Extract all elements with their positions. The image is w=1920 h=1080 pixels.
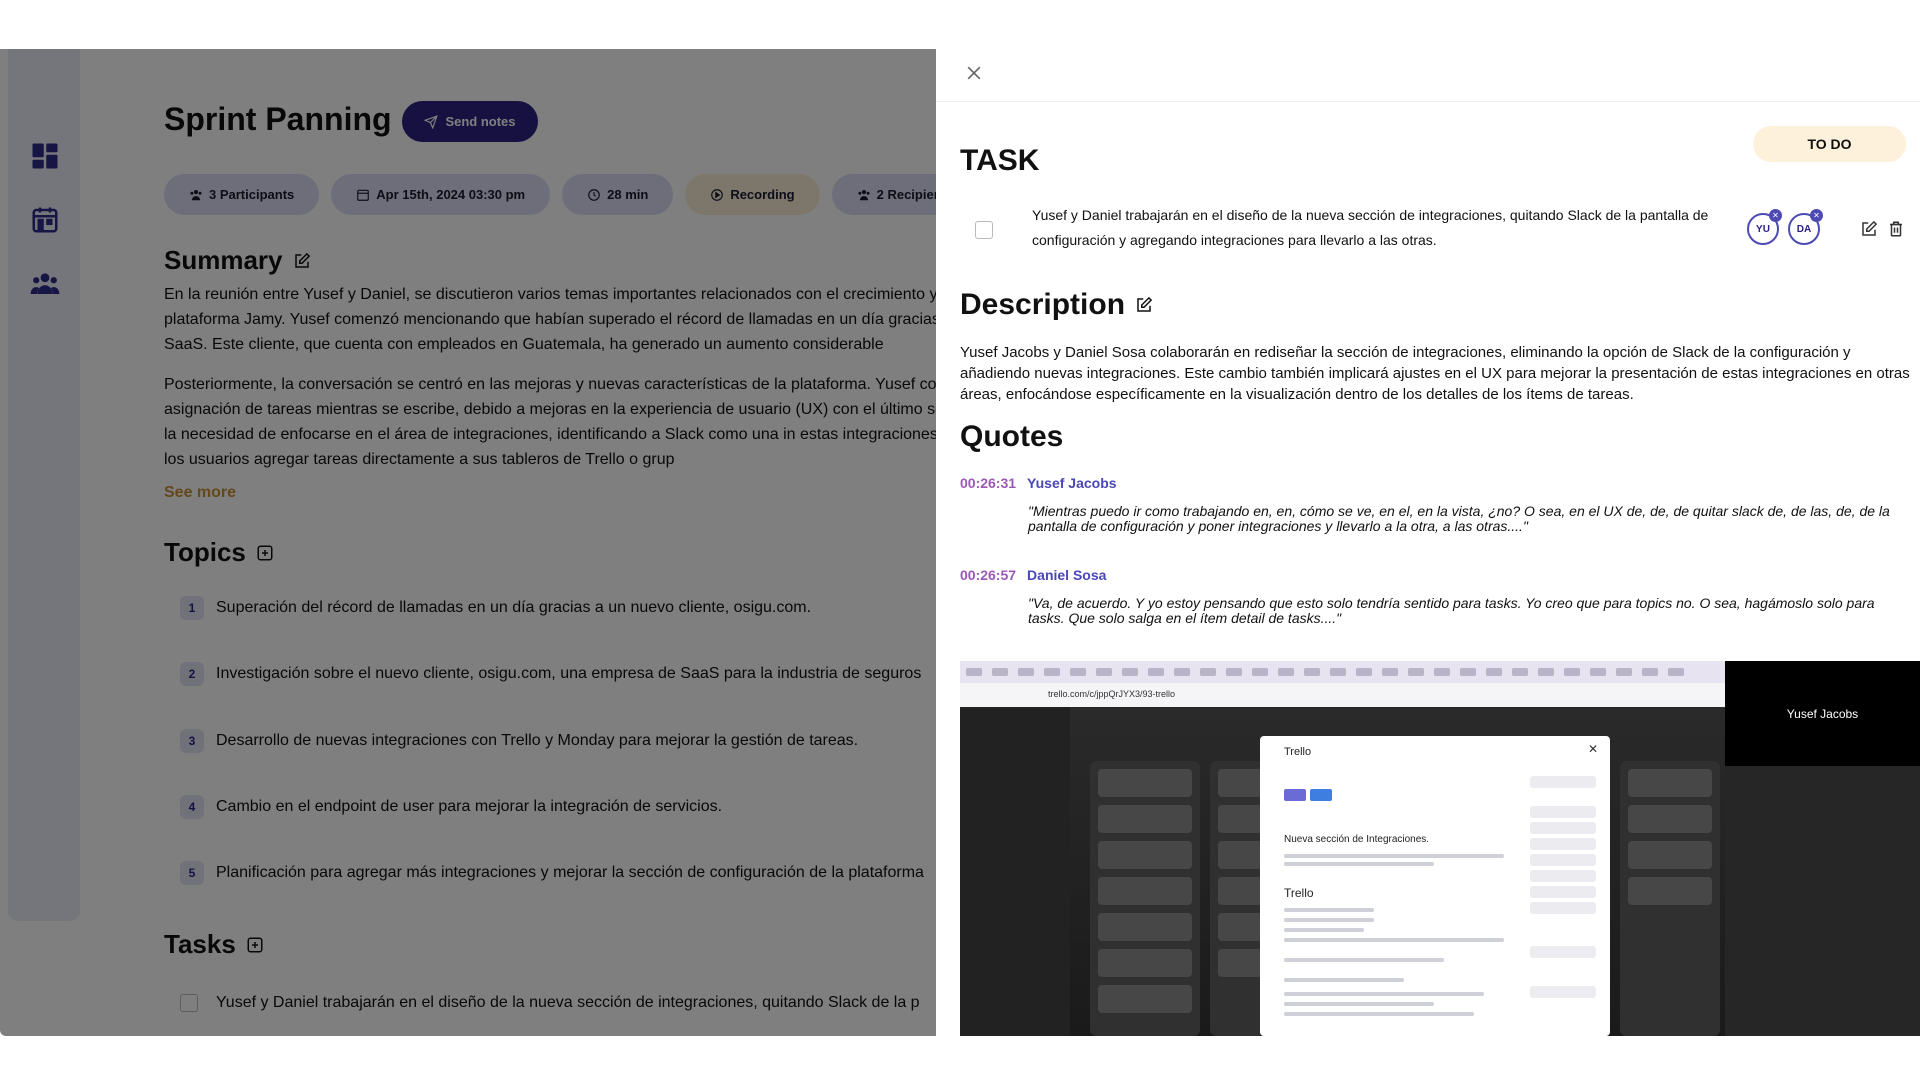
text-line	[1284, 1012, 1474, 1016]
modal-heading: Trello	[1284, 886, 1314, 900]
task-detail-drawer: TO DO TASK Yusef y Daniel trabajarán en …	[936, 49, 1920, 1036]
avatar[interactable]: YU ✕	[1747, 209, 1782, 245]
task-heading: TASK	[960, 144, 1040, 177]
close-icon: ✕	[1587, 742, 1598, 756]
text-line	[1284, 958, 1444, 962]
side-button	[1530, 902, 1596, 914]
text-line	[1284, 978, 1404, 982]
quote-text: "Va, de acuerdo. Y yo estoy pensando que…	[1028, 595, 1875, 626]
quote-speaker: Yusef Jacobs	[1027, 475, 1117, 491]
board-column	[1620, 761, 1720, 1036]
quote-timestamp[interactable]: 00:26:31	[960, 475, 1016, 491]
remove-assignee-icon[interactable]: ✕	[1769, 209, 1782, 222]
side-button	[1530, 986, 1596, 998]
text-line	[1284, 928, 1364, 932]
board-column	[1090, 761, 1200, 1036]
remove-assignee-icon[interactable]: ✕	[1810, 209, 1823, 222]
side-button	[1530, 838, 1596, 850]
modal-section-title: Nueva sección de Integraciones.	[1284, 834, 1430, 845]
quote-header: 00:26:31 Yusef Jacobs	[960, 475, 1117, 491]
quotes-heading: Quotes	[960, 420, 1064, 453]
trash-icon[interactable]	[1887, 220, 1905, 238]
side-button	[1530, 806, 1596, 818]
text-line	[1284, 862, 1434, 866]
side-button	[1530, 854, 1596, 866]
text-line	[1284, 992, 1484, 996]
browser-tab-bar	[960, 661, 1725, 683]
side-button	[1530, 776, 1596, 788]
board-column	[1725, 766, 1920, 1036]
text-line	[1284, 938, 1504, 942]
task-text: Yusef y Daniel trabajarán en el diseño d…	[1032, 207, 1709, 248]
modal-backdrop[interactable]	[0, 49, 936, 1036]
avatar-initials: YU	[1756, 223, 1770, 235]
label-tag	[1284, 789, 1306, 801]
text-line	[1284, 1002, 1434, 1006]
side-button	[1530, 822, 1596, 834]
modal-title: Trello	[1284, 746, 1312, 758]
quote-text: "Mientras puedo ir como trabajando en, e…	[1028, 503, 1890, 534]
description-title: Description	[960, 288, 1126, 321]
text-line	[1284, 908, 1374, 912]
close-icon[interactable]	[964, 63, 984, 83]
edit-icon[interactable]	[1860, 220, 1878, 238]
recording-screenshot[interactable]: trello.com/c/jppQrJYX3/93-trello Yusef J…	[960, 661, 1920, 1036]
side-button	[1530, 886, 1596, 898]
divider	[936, 101, 1920, 102]
speaker-video-tile: Yusef Jacobs	[1725, 661, 1920, 766]
status-badge[interactable]: TO DO	[1753, 126, 1906, 162]
side-button	[1530, 946, 1596, 958]
quote-timestamp[interactable]: 00:26:57	[960, 567, 1016, 583]
label-tag	[1310, 789, 1332, 801]
avatar-initials: DA	[1796, 223, 1812, 235]
quote-speaker: Daniel Sosa	[1027, 567, 1107, 583]
quote-header: 00:26:57 Daniel Sosa	[960, 567, 1106, 583]
browser-url-bar: trello.com/c/jppQrJYX3/93-trello	[960, 683, 1725, 707]
side-button	[1530, 870, 1596, 882]
trello-card-modal: Trello ✕ Nueva sección de Integraciones.…	[1260, 736, 1610, 1036]
description-text: Yusef Jacobs y Daniel Sosa colaborarán e…	[960, 344, 1910, 403]
edit-icon[interactable]	[1135, 296, 1153, 314]
text-line	[1284, 918, 1374, 922]
avatar[interactable]: DA ✕	[1788, 209, 1823, 245]
task-row: Yusef y Daniel trabajarán en el diseño d…	[975, 203, 1915, 263]
description-heading: Description	[960, 288, 1153, 322]
text-line	[1284, 854, 1504, 858]
trello-sidebar	[960, 707, 1070, 1036]
task-checkbox[interactable]	[975, 221, 993, 239]
